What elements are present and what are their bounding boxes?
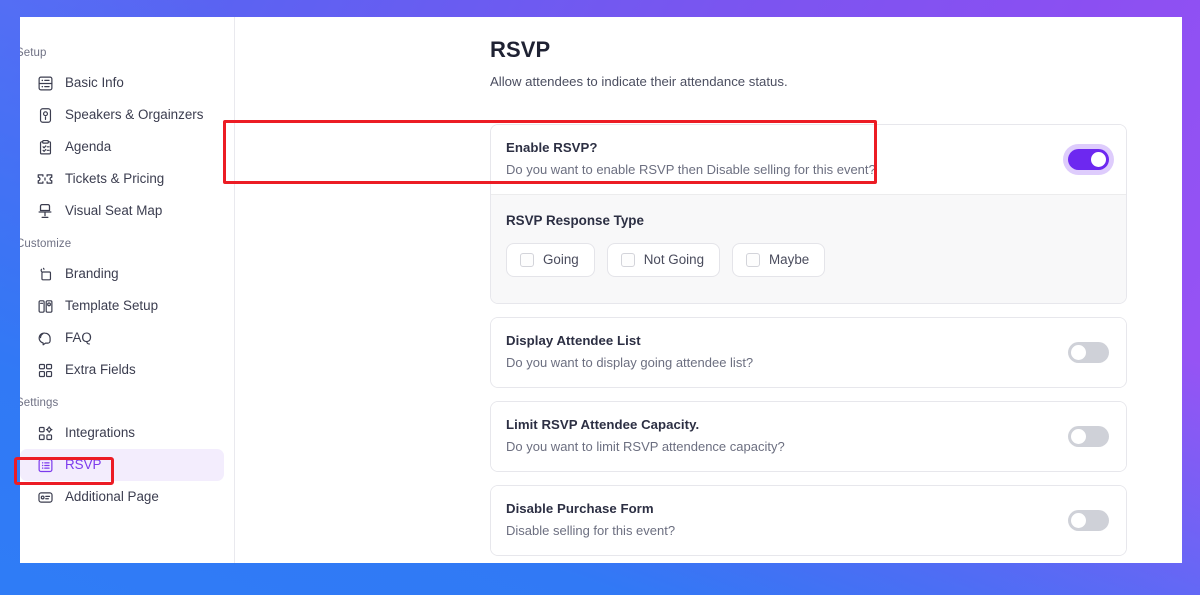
enable-rsvp-card: Enable RSVP? Do you want to enable RSVP … (490, 124, 1127, 304)
sidebar-item-label: Branding (65, 266, 119, 282)
sidebar-item-additional-page[interactable]: Additional Page (20, 481, 234, 513)
limit-capacity-title: Limit RSVP Attendee Capacity. (506, 417, 700, 432)
sidebar-item-rsvp[interactable]: RSVP (20, 449, 224, 481)
app-window: Setup Basic Info (20, 17, 1182, 563)
rsvp-option-label: Going (543, 252, 579, 268)
disable-purchase-form-description: Disable selling for this event? (506, 523, 676, 538)
sidebar-item-template-setup[interactable]: Template Setup (20, 290, 234, 322)
extra-fields-icon (36, 361, 54, 379)
rsvp-response-type-panel: RSVP Response Type Going Not Going Maybe (491, 194, 1126, 303)
rsvp-option-label: Not Going (643, 252, 705, 268)
sidebar-item-label: RSVP (65, 457, 102, 473)
sidebar-item-label: Agenda (65, 139, 112, 155)
seat-map-icon (36, 202, 54, 220)
limit-capacity-description: Do you want to limit RSVP attendence cap… (506, 439, 785, 454)
rsvp-response-options: Going Not Going Maybe (506, 243, 1110, 277)
ticket-icon (36, 170, 54, 188)
sidebar-item-label: Template Setup (65, 298, 159, 314)
sidebar-group-customize: Branding Template Setup FAQ Extra Fields (20, 258, 234, 386)
sidebar-item-speakers-organizers[interactable]: Speakers & Orgainzers (20, 99, 234, 131)
disable-purchase-form-text: Disable Purchase Form Disable selling fo… (506, 500, 675, 540)
integrations-icon (36, 424, 54, 442)
toggle-knob (1071, 344, 1086, 360)
sidebar-group-settings: Integrations RSVP Additional Page (20, 417, 234, 513)
rsvp-response-type-title: RSVP Response Type (506, 213, 644, 228)
disable-purchase-form-card: Disable Purchase Form Disable selling fo… (490, 485, 1127, 556)
additional-page-icon (36, 488, 54, 506)
toggle-knob (1091, 151, 1106, 167)
sidebar-item-extra-fields[interactable]: Extra Fields (20, 354, 234, 386)
checkbox-icon[interactable] (620, 253, 635, 267)
main-content: RSVP Allow attendees to indicate their a… (235, 17, 1182, 563)
sidebar-group-setup: Basic Info Speakers & Orgainzers Agenda … (20, 67, 234, 227)
sidebar-item-label: FAQ (65, 330, 92, 346)
sidebar-item-label: Visual Seat Map (65, 203, 163, 219)
settings-card-list: Enable RSVP? Do you want to enable RSVP … (490, 124, 1127, 556)
disable-purchase-form-toggle[interactable] (1068, 509, 1109, 531)
sidebar-item-label: Basic Info (65, 75, 124, 91)
page-subtitle: Allow attendees to indicate their attend… (490, 74, 788, 89)
enable-rsvp-text: Enable RSVP? Do you want to enable RSVP … (506, 139, 876, 179)
checkbox-icon[interactable] (746, 253, 761, 267)
rsvp-option-going[interactable]: Going (506, 243, 595, 277)
rsvp-icon (36, 456, 54, 474)
sidebar-item-label: Speakers & Orgainzers (65, 107, 204, 123)
sidebar-item-tickets-pricing[interactable]: Tickets & Pricing (20, 163, 234, 195)
checkbox-icon[interactable] (520, 253, 534, 267)
sidebar: Setup Basic Info (20, 17, 235, 563)
enable-rsvp-toggle[interactable] (1068, 148, 1109, 170)
disable-purchase-form-title: Disable Purchase Form (506, 501, 654, 516)
app-frame: Setup Basic Info (0, 0, 1200, 595)
limit-capacity-card: Limit RSVP Attendee Capacity. Do you wan… (490, 401, 1127, 472)
sidebar-item-faq[interactable]: FAQ (20, 322, 234, 354)
display-attendee-list-description: Do you want to display going attendee li… (506, 355, 754, 370)
rsvp-option-not-going[interactable]: Not Going (606, 243, 721, 277)
limit-capacity-toggle[interactable] (1068, 425, 1109, 447)
enable-rsvp-row: Enable RSVP? Do you want to enable RSVP … (491, 125, 1126, 194)
enable-rsvp-title: Enable RSVP? (506, 140, 598, 155)
branding-icon (36, 265, 54, 283)
sidebar-item-agenda[interactable]: Agenda (20, 131, 234, 163)
speakers-icon (36, 106, 54, 124)
toggle-knob (1071, 512, 1086, 528)
rsvp-option-maybe[interactable]: Maybe (732, 243, 826, 277)
display-attendee-list-card: Display Attendee List Do you want to dis… (490, 317, 1127, 388)
toggle-knob (1071, 428, 1086, 444)
rsvp-option-label: Maybe (769, 252, 810, 268)
agenda-icon (36, 138, 54, 156)
sidebar-section-label-settings: Settings (20, 397, 59, 409)
sidebar-item-label: Integrations (65, 425, 135, 441)
basic-info-icon (36, 74, 54, 92)
sidebar-item-label: Tickets & Pricing (65, 171, 165, 187)
sidebar-item-basic-info[interactable]: Basic Info (20, 67, 234, 99)
sidebar-item-label: Additional Page (65, 489, 159, 505)
sidebar-section-label-setup: Setup (20, 47, 47, 59)
sidebar-section-label-customize: Customize (20, 238, 72, 250)
display-attendee-list-text: Display Attendee List Do you want to dis… (506, 332, 753, 372)
sidebar-item-branding[interactable]: Branding (20, 258, 234, 290)
limit-capacity-text: Limit RSVP Attendee Capacity. Do you wan… (506, 416, 785, 456)
display-attendee-list-toggle[interactable] (1068, 341, 1109, 363)
sidebar-item-visual-seat-map[interactable]: Visual Seat Map (20, 195, 234, 227)
content-column: RSVP Allow attendees to indicate their a… (235, 17, 1182, 556)
display-attendee-list-title: Display Attendee List (506, 333, 641, 348)
limit-capacity-row: Limit RSVP Attendee Capacity. Do you wan… (491, 402, 1126, 471)
template-setup-icon (36, 297, 54, 315)
sidebar-item-integrations[interactable]: Integrations (20, 417, 234, 449)
disable-purchase-form-row: Disable Purchase Form Disable selling fo… (491, 486, 1126, 555)
display-attendee-list-row: Display Attendee List Do you want to dis… (491, 318, 1126, 387)
page-title: RSVP (490, 37, 551, 62)
enable-rsvp-description: Do you want to enable RSVP then Disable … (506, 162, 876, 177)
sidebar-item-label: Extra Fields (65, 362, 136, 378)
faq-icon (36, 329, 54, 347)
